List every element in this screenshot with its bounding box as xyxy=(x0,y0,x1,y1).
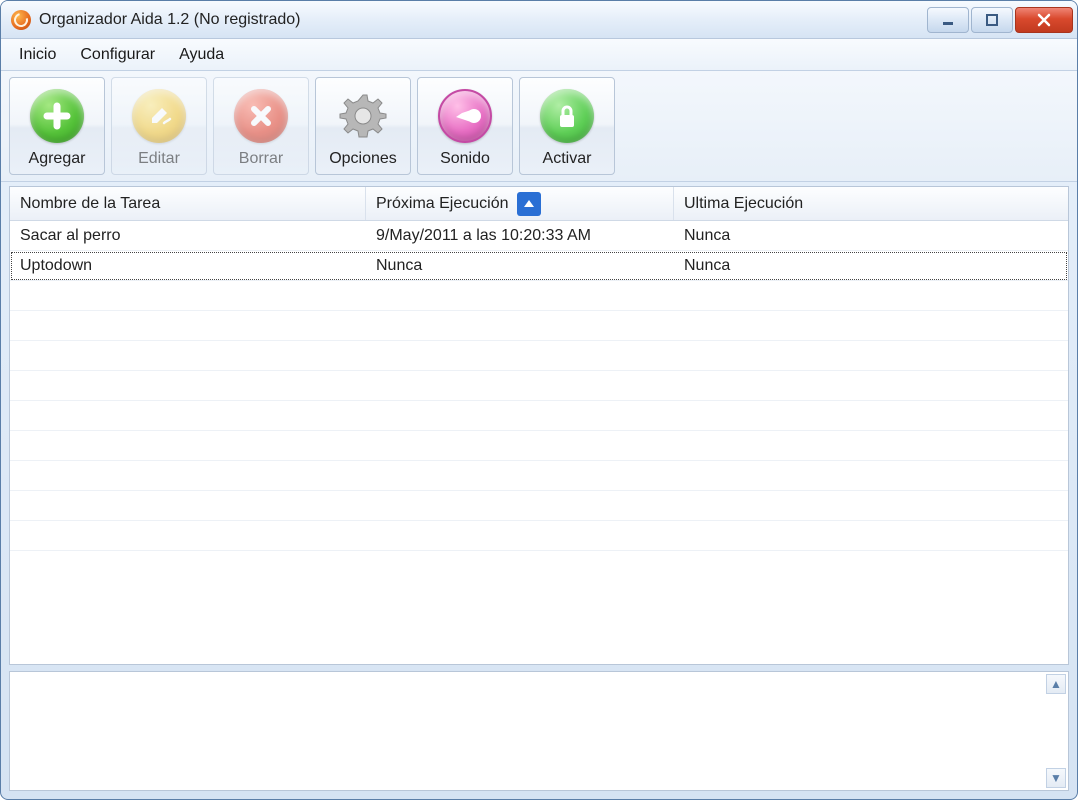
table-row[interactable] xyxy=(10,371,1068,401)
cell-name: Uptodown xyxy=(10,251,366,280)
app-window: Organizador Aida 1.2 (No registrado) Ini… xyxy=(0,0,1078,800)
table-row[interactable] xyxy=(10,461,1068,491)
edit-label: Editar xyxy=(138,150,180,168)
options-button[interactable]: Opciones xyxy=(315,77,411,175)
sound-label: Sonido xyxy=(440,150,490,168)
cross-icon xyxy=(234,86,288,146)
table-row[interactable]: Uptodown Nunca Nunca xyxy=(10,251,1068,281)
menu-configurar[interactable]: Configurar xyxy=(70,42,165,68)
titlebar[interactable]: Organizador Aida 1.2 (No registrado) xyxy=(1,1,1077,39)
delete-button[interactable]: Borrar xyxy=(213,77,309,175)
menu-ayuda[interactable]: Ayuda xyxy=(169,42,234,68)
content-area: Nombre de la Tarea Próxima Ejecución Ult… xyxy=(9,186,1069,791)
menu-inicio[interactable]: Inicio xyxy=(9,42,66,68)
options-label: Opciones xyxy=(329,150,397,168)
lock-icon xyxy=(540,86,594,146)
sort-ascending-icon xyxy=(517,192,541,216)
table-row[interactable] xyxy=(10,311,1068,341)
scroll-up-icon[interactable]: ▲ xyxy=(1046,674,1066,694)
menubar: Inicio Configurar Ayuda xyxy=(1,39,1077,71)
table-row[interactable] xyxy=(10,431,1068,461)
table-row[interactable] xyxy=(10,341,1068,371)
cell-last: Nunca xyxy=(674,221,1068,250)
table-header: Nombre de la Tarea Próxima Ejecución Ult… xyxy=(10,187,1068,221)
minimize-icon xyxy=(941,13,955,27)
table-row[interactable] xyxy=(10,281,1068,311)
maximize-button[interactable] xyxy=(971,7,1013,33)
megaphone-icon xyxy=(438,86,492,146)
activate-label: Activar xyxy=(543,150,592,168)
table-row[interactable] xyxy=(10,491,1068,521)
minimize-button[interactable] xyxy=(927,7,969,33)
toolbar: Agregar Editar Borrar xyxy=(1,71,1077,182)
window-title: Organizador Aida 1.2 (No registrado) xyxy=(39,11,927,29)
cell-name: Sacar al perro xyxy=(10,221,366,250)
scroll-down-icon[interactable]: ▼ xyxy=(1046,768,1066,788)
close-button[interactable] xyxy=(1015,7,1073,33)
table-row[interactable]: Sacar al perro 9/May/2011 a las 10:20:33… xyxy=(10,221,1068,251)
close-icon xyxy=(1036,12,1052,28)
table-body: Sacar al perro 9/May/2011 a las 10:20:33… xyxy=(10,221,1068,664)
cell-next: 9/May/2011 a las 10:20:33 AM xyxy=(366,221,674,250)
column-name-label: Nombre de la Tarea xyxy=(20,195,160,213)
add-button[interactable]: Agregar xyxy=(9,77,105,175)
maximize-icon xyxy=(985,13,999,27)
window-controls xyxy=(927,7,1073,33)
task-table: Nombre de la Tarea Próxima Ejecución Ult… xyxy=(9,186,1069,665)
activate-button[interactable]: Activar xyxy=(519,77,615,175)
sound-button[interactable]: Sonido xyxy=(417,77,513,175)
column-name[interactable]: Nombre de la Tarea xyxy=(10,187,366,220)
app-icon xyxy=(11,10,31,30)
vertical-scrollbar[interactable]: ▲ ▼ xyxy=(1046,674,1066,788)
delete-label: Borrar xyxy=(239,150,283,168)
pencil-icon xyxy=(132,86,186,146)
table-row[interactable] xyxy=(10,401,1068,431)
gear-icon xyxy=(336,86,390,146)
column-next-label: Próxima Ejecución xyxy=(376,195,509,213)
column-last[interactable]: Ultima Ejecución xyxy=(674,187,1068,220)
add-label: Agregar xyxy=(29,150,86,168)
cell-next: Nunca xyxy=(366,251,674,280)
edit-button[interactable]: Editar xyxy=(111,77,207,175)
cell-last: Nunca xyxy=(674,251,1068,280)
plus-icon xyxy=(30,86,84,146)
column-last-label: Ultima Ejecución xyxy=(684,195,803,213)
details-panel: ▲ ▼ xyxy=(9,671,1069,791)
column-next[interactable]: Próxima Ejecución xyxy=(366,187,674,220)
table-row[interactable] xyxy=(10,521,1068,551)
